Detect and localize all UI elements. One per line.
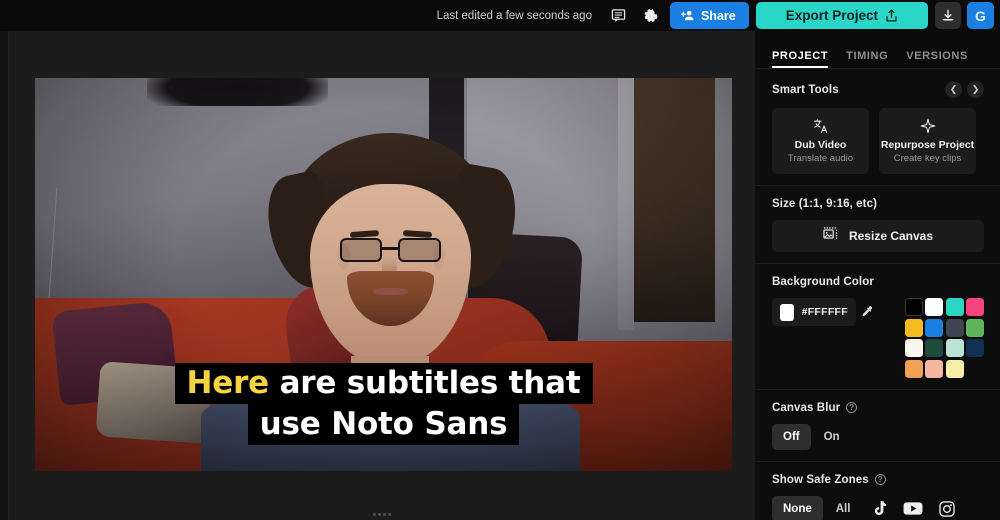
color-swatch[interactable] xyxy=(925,339,943,357)
smart-tools-nav: ❮ ❯ xyxy=(945,81,984,98)
canvas-blur-toggle: Off On xyxy=(772,423,984,450)
add-person-icon xyxy=(680,10,694,21)
smart-tool-title: Dub Video xyxy=(794,139,847,151)
hex-color-field[interactable]: #FFFFFF xyxy=(772,298,856,326)
canvas-blur-on[interactable]: On xyxy=(813,424,851,450)
current-color-swatch xyxy=(780,303,794,321)
resize-canvas-button[interactable]: Resize Canvas xyxy=(772,220,984,252)
gear-icon[interactable] xyxy=(638,3,664,29)
last-edited-status: Last edited a few seconds ago xyxy=(436,9,592,22)
download-icon xyxy=(942,9,954,21)
size-section: Size (1:1, 9:16, etc) Resize Canvas xyxy=(755,186,1000,264)
safe-zones-toggle: None All xyxy=(772,495,984,520)
tab-versions[interactable]: VERSIONS xyxy=(906,50,968,68)
smart-tools-carousel: Dub Video Translate audio Repurpose Proj… xyxy=(772,108,984,174)
safe-zones-label: Show Safe Zones xyxy=(772,473,869,486)
color-swatch[interactable] xyxy=(945,298,964,316)
canvas-blur-header: Canvas Blur ? xyxy=(772,402,984,414)
question-mark-icon[interactable]: ? xyxy=(846,402,858,413)
video-preview[interactable]: Here are subtitles that use Noto Sans xyxy=(35,78,732,471)
hex-color-value: #FFFFFF xyxy=(801,306,848,318)
eyedropper-icon[interactable] xyxy=(856,298,876,326)
question-mark-icon[interactable]: ? xyxy=(874,474,886,485)
background-color-section: Background Color #FFFFFF xyxy=(755,264,1000,390)
smart-tools-header: Smart Tools ❮ ❯ xyxy=(772,81,984,98)
smart-tool-card-repurpose-project[interactable]: Repurpose Project Create key clips xyxy=(879,108,976,174)
color-swatch[interactable] xyxy=(966,298,984,316)
smart-tool-subtitle: Create key clips xyxy=(893,153,962,164)
translate-icon xyxy=(813,118,829,134)
canvas-stage[interactable]: Here are subtitles that use Noto Sans xyxy=(9,31,755,520)
safe-zones-header: Show Safe Zones ? xyxy=(772,474,984,486)
color-swatch-grid xyxy=(904,298,984,378)
panel-tabs: PROJECT TIMING VERSIONS xyxy=(755,31,1000,69)
resize-canvas-label: Resize Canvas xyxy=(848,229,934,243)
project-panel: PROJECT TIMING VERSIONS Smart Tools ❮ ❯ xyxy=(755,31,1000,520)
color-swatch[interactable] xyxy=(925,298,943,316)
smart-tool-title: Repurpose Project xyxy=(880,139,975,151)
video-editor-app: Last edited a few seconds ago Share Expo… xyxy=(0,0,1000,520)
color-swatch[interactable] xyxy=(904,359,923,378)
subtitle-line-1-rest: are subtitles that xyxy=(268,364,581,401)
smart-tools-title: Smart Tools xyxy=(772,83,839,96)
color-swatch[interactable] xyxy=(945,339,964,357)
sparkle-icon xyxy=(920,118,936,134)
size-title: Size (1:1, 9:16, etc) xyxy=(772,198,878,210)
smart-tool-subtitle: Translate audio xyxy=(787,153,854,164)
color-swatch[interactable] xyxy=(904,339,923,357)
subtitle-line-1: Here are subtitles that xyxy=(174,362,593,405)
tiktok-icon[interactable] xyxy=(863,496,895,520)
smart-tools-section: Smart Tools ❮ ❯ Dub Video Translate audi… xyxy=(755,69,1000,186)
tab-project[interactable]: PROJECT xyxy=(772,50,829,68)
export-project-button[interactable]: Export Project xyxy=(755,2,928,29)
chevron-right-icon[interactable]: ❯ xyxy=(967,81,984,98)
resize-handle[interactable] xyxy=(373,513,391,516)
safe-zones-title: Show Safe Zones ? xyxy=(772,474,886,486)
color-swatch[interactable] xyxy=(966,339,984,357)
safe-zone-none[interactable]: None xyxy=(772,495,823,520)
upload-icon xyxy=(886,9,897,22)
chevron-left-icon[interactable]: ❮ xyxy=(945,81,962,98)
left-rail xyxy=(0,31,9,520)
user-avatar[interactable]: G xyxy=(967,2,994,29)
canvas-blur-label: Canvas Blur xyxy=(772,401,841,414)
color-swatch[interactable] xyxy=(966,318,984,337)
canvas-blur-off[interactable]: Off xyxy=(772,423,811,450)
background-color-controls: #FFFFFF xyxy=(772,298,984,378)
canvas-blur-section: Canvas Blur ? Off On xyxy=(755,390,1000,462)
resize-canvas-icon xyxy=(823,227,839,245)
color-swatch[interactable] xyxy=(904,318,923,337)
youtube-icon[interactable] xyxy=(897,496,929,520)
subtitle-highlight-word: Here xyxy=(186,364,270,401)
color-swatch[interactable] xyxy=(925,318,943,337)
color-swatch[interactable] xyxy=(945,359,964,378)
instagram-icon[interactable] xyxy=(931,496,963,520)
smart-tool-card-dub-video[interactable]: Dub Video Translate audio xyxy=(772,108,869,174)
comment-icon[interactable] xyxy=(606,3,632,29)
download-button[interactable] xyxy=(935,2,961,29)
size-header: Size (1:1, 9:16, etc) xyxy=(772,198,984,210)
safe-zones-section: Show Safe Zones ? None All xyxy=(755,462,1000,520)
tab-timing[interactable]: TIMING xyxy=(846,50,888,68)
top-toolbar: Last edited a few seconds ago Share Expo… xyxy=(0,0,1000,31)
background-color-title: Background Color xyxy=(772,276,874,288)
background-color-header: Background Color xyxy=(772,276,984,288)
subtitle-overlay[interactable]: Here are subtitles that use Noto Sans xyxy=(35,362,732,446)
subtitle-line-2: use Noto Sans xyxy=(247,404,520,446)
color-swatch[interactable] xyxy=(904,298,923,316)
canvas-blur-title: Canvas Blur ? xyxy=(772,401,858,414)
color-swatch[interactable] xyxy=(945,318,964,337)
export-label: Export Project xyxy=(785,8,878,23)
color-swatch[interactable] xyxy=(925,359,943,378)
safe-zone-all[interactable]: All xyxy=(825,496,862,520)
share-label: Share xyxy=(700,8,736,23)
share-button[interactable]: Share xyxy=(669,2,749,29)
